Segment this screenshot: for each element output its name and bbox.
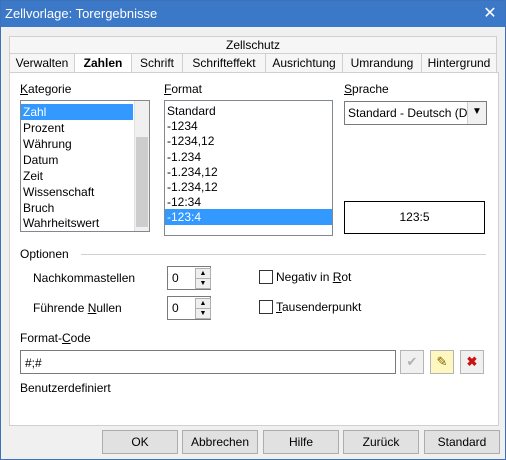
tab-schrift[interactable]: Schrift — [131, 53, 183, 74]
tab-schrifteffekt[interactable]: Schrifteffekt — [182, 53, 266, 74]
list-item[interactable]: Zahl — [21, 104, 133, 120]
dialog-window: Zellvorlage: Torergebnisse ✕ Zellschutz … — [0, 0, 506, 460]
format-list[interactable]: Standard -1234 -1234,12 -1.234 -1.234,12… — [164, 100, 333, 236]
list-item[interactable]: Standard — [165, 103, 216, 119]
standard-button[interactable]: Standard — [424, 430, 500, 454]
list-item[interactable]: -12:34 — [165, 194, 201, 210]
options-divider — [81, 254, 486, 255]
reset-button[interactable]: Zurück — [343, 430, 419, 454]
format-code-field[interactable]: #;# — [20, 350, 396, 374]
negative-red-checkbox[interactable] — [259, 270, 273, 284]
leading-zeros-stepper[interactable]: 0 ▲ ▼ — [167, 296, 211, 320]
list-item[interactable]: -1234 — [165, 118, 198, 134]
language-label: Sprache — [344, 82, 389, 96]
list-item[interactable]: -1234,12 — [165, 133, 214, 149]
tab-verwalten[interactable]: Verwalten — [9, 53, 75, 74]
category-list[interactable]: Zahl Prozent Währung Datum Zeit Wissensc… — [20, 100, 150, 232]
list-item[interactable]: Zeit — [21, 168, 43, 184]
tab-ausrichtung[interactable]: Ausrichtung — [265, 53, 343, 74]
language-value: Standard - Deutsch (De — [348, 106, 475, 120]
ok-button[interactable]: OK — [102, 430, 178, 454]
list-item[interactable]: Währung — [21, 136, 72, 152]
tab-umrandung[interactable]: Umrandung — [342, 53, 422, 74]
tab-hintergrund[interactable]: Hintergrund — [421, 53, 497, 74]
help-button[interactable]: Hilfe — [263, 430, 339, 454]
delete-icon[interactable]: ✖ — [460, 350, 484, 374]
leading-zeros-label: Führende Nullen — [33, 301, 122, 315]
options-heading: Optionen — [20, 247, 69, 261]
tab-bar: Verwalten Zahlen Schrift Schrifteffekt A… — [9, 53, 497, 75]
scrollbar-thumb[interactable] — [136, 137, 148, 227]
language-dropdown[interactable]: Standard - Deutsch (De ▼ — [344, 101, 487, 125]
format-label: Format — [164, 82, 203, 96]
tab-zellschutz[interactable]: Zellschutz — [9, 36, 497, 54]
close-icon[interactable]: ✕ — [475, 1, 505, 27]
category-scrollbar[interactable] — [134, 101, 149, 231]
cancel-button[interactable]: Abbrechen — [182, 430, 258, 454]
list-item[interactable]: -1.234 — [165, 149, 201, 165]
edit-comment-icon[interactable]: ✎ — [430, 350, 454, 374]
window-title: Zellvorlage: Torergebnisse — [5, 6, 158, 21]
title-bar: Zellvorlage: Torergebnisse ✕ — [1, 1, 505, 27]
list-item[interactable]: Prozent — [21, 120, 64, 136]
decimals-label: Nachkommastellen — [33, 271, 136, 285]
decimals-stepper[interactable]: 0 ▲ ▼ — [167, 266, 211, 290]
category-label: Kategorie — [20, 82, 72, 96]
list-item[interactable]: Bruch — [21, 200, 54, 216]
list-item[interactable]: Wahrheitswert — [21, 215, 99, 231]
chevron-down-icon[interactable]: ▼ — [467, 102, 486, 124]
list-item[interactable]: Wissenschaft — [21, 184, 94, 200]
list-item[interactable]: -1.234,12 — [165, 179, 218, 195]
stepper-down-icon[interactable]: ▼ — [195, 278, 211, 289]
list-item[interactable]: -1.234,12 — [165, 164, 218, 180]
format-description: Benutzerdefiniert — [20, 381, 111, 395]
check-icon[interactable]: ✔ — [400, 350, 424, 374]
list-item[interactable]: Datum — [21, 152, 58, 168]
thousands-separator-checkbox[interactable] — [259, 300, 273, 314]
thousands-separator-label: Tausenderpunkt — [276, 300, 362, 314]
negative-red-label: Negativ in Rot — [276, 270, 352, 284]
stepper-down-icon[interactable]: ▼ — [195, 308, 211, 319]
list-item[interactable]: -123:4 — [165, 209, 332, 225]
format-preview: 123:5 — [344, 201, 485, 234]
format-code-label: Format-Code — [20, 331, 91, 345]
